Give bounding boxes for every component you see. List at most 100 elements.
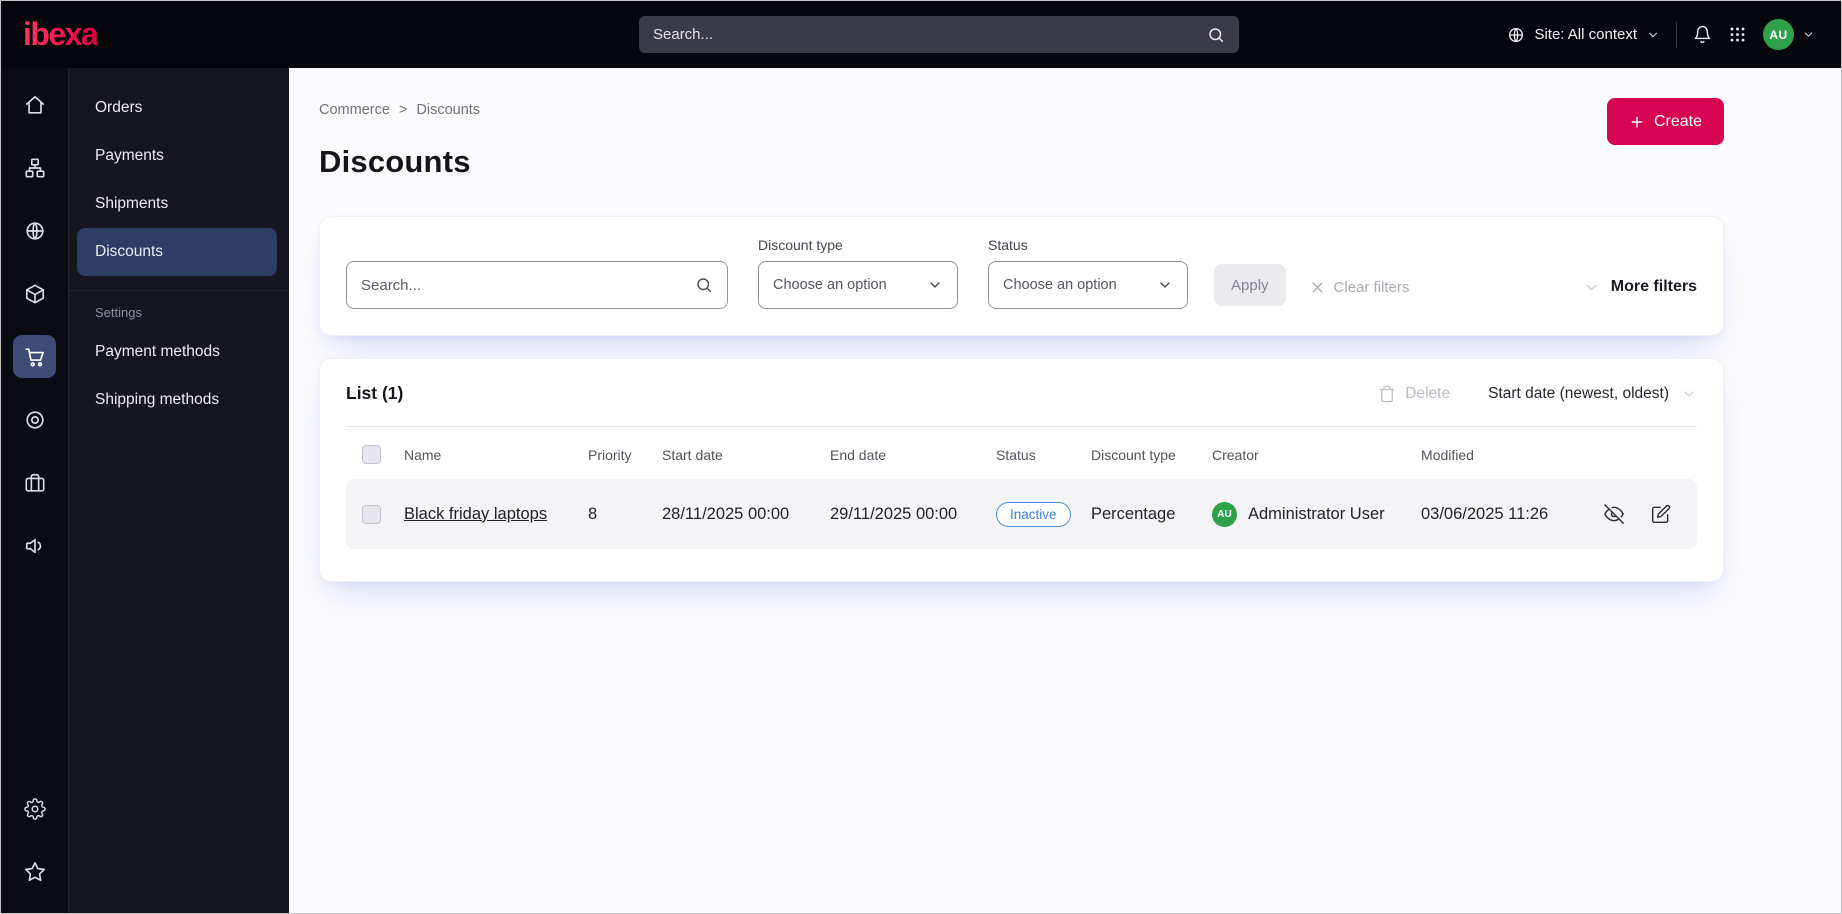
more-filters-button[interactable]: More filters <box>1583 278 1697 296</box>
cell-discount-type: Percentage <box>1091 504 1176 523</box>
cell-priority: 8 <box>588 504 598 523</box>
page-title: Discounts <box>319 144 471 179</box>
content-tree-icon <box>24 157 46 179</box>
settings-section-label: Settings <box>95 305 142 320</box>
table-header: Name Priority Start date End date Status… <box>346 427 1697 477</box>
clear-x-icon <box>1310 280 1325 295</box>
status-badge: Inactive <box>996 501 1071 527</box>
creator-avatar: AU <box>1212 501 1237 527</box>
commerce-submenu: Orders Payments Shipments Discounts Sett… <box>68 68 289 913</box>
nav-product-catalog-button[interactable] <box>13 272 56 315</box>
row-checkbox[interactable] <box>362 504 381 524</box>
main-nav-rail <box>1 68 68 913</box>
sidebar-item-label: Shipping methods <box>95 391 220 408</box>
discount-type-value: Choose an option <box>773 277 887 293</box>
site-context-selector[interactable]: Site: All context <box>1507 26 1660 44</box>
nav-commerce-button[interactable] <box>13 335 56 378</box>
select-all-checkbox[interactable] <box>362 445 381 464</box>
search-icon[interactable] <box>695 276 713 294</box>
sidebar-item-label: Orders <box>95 99 143 116</box>
sidebar-item-payment-methods[interactable]: Payment methods <box>69 328 289 376</box>
chevron-down-icon <box>1681 386 1697 402</box>
global-search[interactable] <box>639 16 1239 53</box>
list-title: List (1) <box>346 383 404 403</box>
nav-corporate-button[interactable] <box>13 461 56 504</box>
sidebar-item-orders[interactable]: Orders <box>69 84 289 132</box>
creator-name: Administrator User <box>1248 504 1385 523</box>
clear-filters-label: Clear filters <box>1333 279 1410 296</box>
nav-home-button[interactable] <box>13 83 56 126</box>
breadcrumb-separator: > <box>398 102 408 118</box>
sidebar-item-shipments[interactable]: Shipments <box>69 180 289 228</box>
create-button[interactable]: Create <box>1606 98 1724 145</box>
edit-icon <box>1651 504 1671 524</box>
topbar-right: Site: All context AU <box>1507 19 1815 50</box>
global-search-input[interactable] <box>653 26 1207 43</box>
search-icon[interactable] <box>1207 26 1225 44</box>
bell-icon <box>1693 25 1712 44</box>
sidebar-item-label: Payment methods <box>95 343 220 360</box>
briefcase-icon <box>24 472 46 494</box>
column-header-modified: Modified <box>1421 446 1474 463</box>
cube-icon <box>24 283 46 305</box>
status-field: Status Choose an option <box>988 237 1188 309</box>
sidebar-item-label: Shipments <box>95 195 169 212</box>
discount-name-link[interactable]: Black friday laptops <box>404 505 547 523</box>
app-switcher-button[interactable] <box>1728 25 1747 44</box>
status-select[interactable]: Choose an option <box>988 261 1188 309</box>
user-avatar: AU <box>1763 19 1794 50</box>
sidebar-item-label: Payments <box>95 147 164 164</box>
delete-button[interactable]: Delete <box>1378 385 1450 403</box>
topbar: ibexa Site: All context <box>1 1 1841 68</box>
sort-select[interactable]: Start date (newest, oldest) <box>1488 385 1697 403</box>
cell-creator: AU Administrator User <box>1212 501 1421 527</box>
more-filters-label: More filters <box>1610 278 1697 295</box>
ibexa-logo[interactable]: ibexa <box>23 16 99 53</box>
chevron-down-icon <box>1157 277 1173 293</box>
discount-search-input[interactable] <box>361 276 695 294</box>
app-window: ibexa Site: All context <box>0 0 1842 914</box>
nav-marketing-button[interactable] <box>13 524 56 567</box>
nav-personalization-button[interactable] <box>13 398 56 441</box>
main-content: Commerce > Discounts Discounts Create Se… <box>289 68 1841 913</box>
breadcrumb-commerce[interactable]: Commerce <box>319 102 390 118</box>
nav-site-button[interactable] <box>13 209 56 252</box>
settings-section: Settings Payment methods Shipping method… <box>69 290 289 424</box>
deactivate-button[interactable] <box>1604 504 1624 524</box>
discount-type-label: Discount type <box>758 237 843 253</box>
discount-search[interactable] <box>346 261 728 309</box>
plus-icon <box>1629 114 1645 130</box>
column-header-discount-type: Discount type <box>1091 446 1176 463</box>
target-icon <box>24 409 46 431</box>
table-row: Black friday laptops 8 28/11/2025 00:00 … <box>346 479 1697 549</box>
clear-filters-button[interactable]: Clear filters <box>1310 279 1410 296</box>
sidebar-item-discounts[interactable]: Discounts <box>77 228 277 276</box>
breadcrumb-discounts: Discounts <box>416 102 481 118</box>
column-header-creator: Creator <box>1212 446 1259 463</box>
column-header-end-date: End date <box>830 446 887 463</box>
column-header-name: Name <box>404 446 442 463</box>
filters-panel: Discount type Choose an option Status Ch… <box>319 216 1724 336</box>
discount-type-select[interactable]: Choose an option <box>758 261 958 309</box>
sidebar-item-payments[interactable]: Payments <box>69 132 289 180</box>
app-grid-icon <box>1728 25 1747 44</box>
edit-button[interactable] <box>1651 504 1671 524</box>
notifications-button[interactable] <box>1693 25 1712 44</box>
user-menu[interactable]: AU <box>1763 19 1815 50</box>
breadcrumb: Commerce > Discounts <box>319 102 480 118</box>
nav-content-button[interactable] <box>13 146 56 189</box>
globe-icon <box>24 220 46 242</box>
delete-button-label: Delete <box>1405 384 1451 402</box>
nav-settings-button[interactable] <box>13 787 56 830</box>
column-header-start-date: Start date <box>662 446 723 463</box>
trash-icon <box>1378 385 1396 403</box>
nav-bookmarks-button[interactable] <box>13 850 56 893</box>
apply-filters-button[interactable]: Apply <box>1214 264 1286 306</box>
column-header-priority: Priority <box>588 446 632 463</box>
megaphone-icon <box>24 535 46 557</box>
sidebar-item-shipping-methods[interactable]: Shipping methods <box>69 376 289 424</box>
column-header-status: Status <box>996 446 1036 463</box>
star-icon <box>24 861 46 883</box>
eye-off-icon <box>1604 504 1624 524</box>
home-icon <box>24 94 46 116</box>
